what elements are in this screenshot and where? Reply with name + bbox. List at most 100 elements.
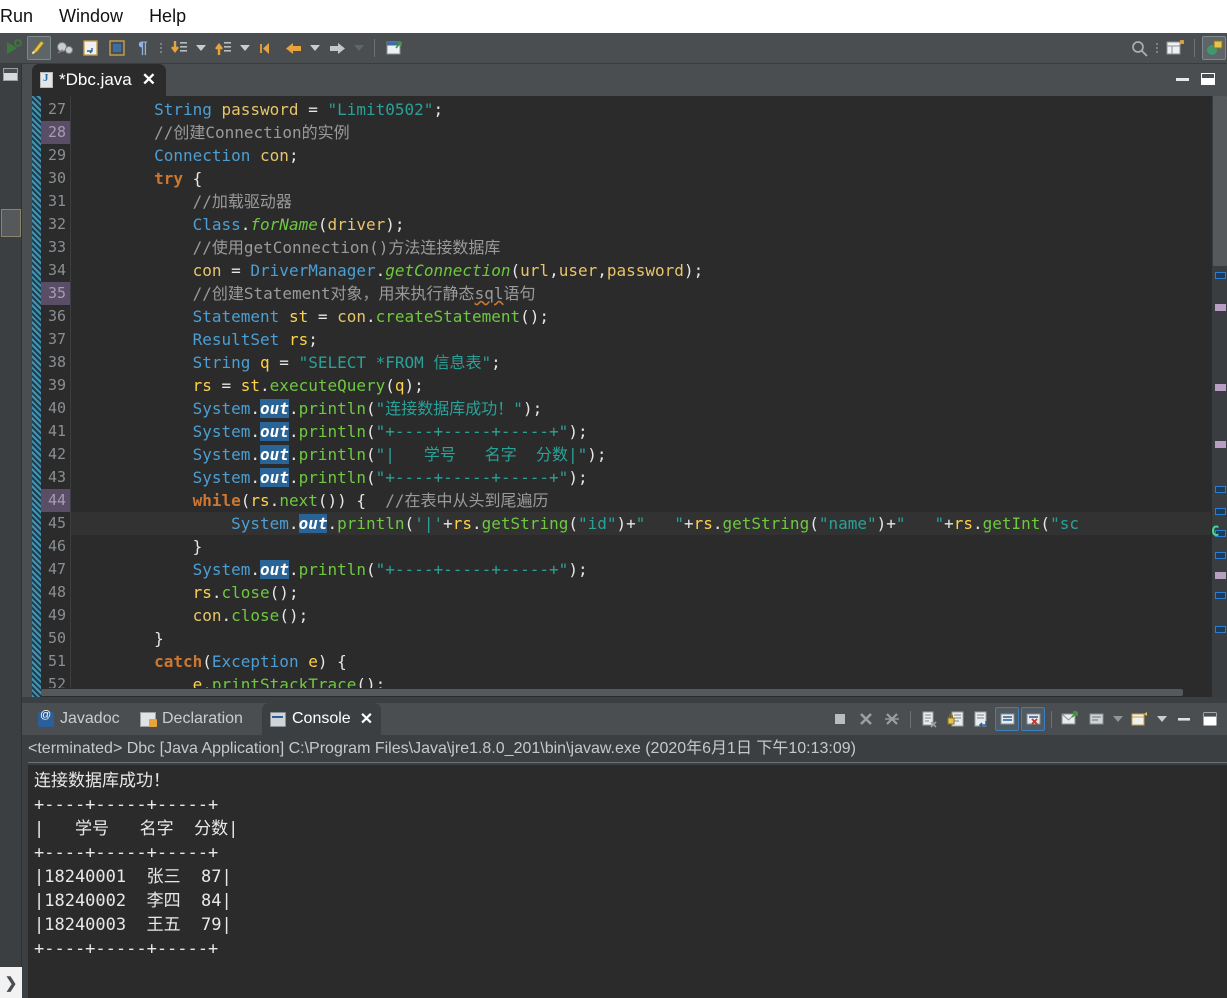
open-type-icon[interactable]: [105, 36, 129, 60]
code-line[interactable]: //创建Connection的实例: [71, 121, 1227, 144]
code-line[interactable]: Class.forName(driver);: [71, 213, 1227, 236]
console-tab-console[interactable]: Console ✕: [262, 703, 382, 735]
show-console-on-error-icon[interactable]: [1021, 707, 1045, 731]
code-line[interactable]: String q = "SELECT *FROM 信息表";: [71, 351, 1227, 374]
maximize-icon[interactable]: [1197, 68, 1219, 90]
new-window-icon[interactable]: [382, 36, 406, 60]
code-line[interactable]: String password = "Limit0502";: [71, 98, 1227, 121]
close-icon[interactable]: ✕: [142, 70, 156, 90]
ruler-marker[interactable]: [1215, 592, 1226, 599]
console-vertical-scrollbar[interactable]: [1221, 765, 1227, 998]
minimize-icon[interactable]: [1171, 68, 1193, 90]
code-line[interactable]: System.out.println("+----+-----+-----+")…: [71, 558, 1227, 581]
show-console-on-output-icon[interactable]: [995, 707, 1019, 731]
open-perspective-icon[interactable]: [1163, 36, 1187, 60]
code-editor[interactable]: 27 28 29 30 31 32 33 34 35 36 37 38 39 40 41 42 43 44 45 46…: [32, 96, 1227, 697]
horizontal-scrollbar[interactable]: [41, 688, 1203, 697]
debug-icon[interactable]: [1, 36, 25, 60]
code-line[interactable]: System.out.println('|'+rs.getString("id"…: [71, 512, 1227, 535]
run-as-java-icon[interactable]: [27, 36, 51, 60]
menu-item-run[interactable]: Run: [0, 0, 46, 33]
ruler-marker[interactable]: [1215, 508, 1226, 515]
display-selected-console-icon[interactable]: [1084, 707, 1108, 731]
ruler-marker[interactable]: [1215, 626, 1226, 633]
code-line[interactable]: Statement st = con.createStatement();: [71, 305, 1227, 328]
annotation-gutter[interactable]: [32, 96, 41, 697]
console-tab-declaration[interactable]: Declaration: [132, 703, 251, 735]
code-line[interactable]: rs.close();: [71, 581, 1227, 604]
show-whitespace-icon[interactable]: ¶: [131, 36, 155, 60]
fast-view-bar[interactable]: ❯: [0, 967, 22, 998]
previous-annotation-icon[interactable]: [211, 36, 235, 60]
code-line[interactable]: }: [71, 627, 1227, 650]
menu-bar: Run Window Help: [0, 0, 1227, 33]
overview-ruler[interactable]: C: [1211, 96, 1227, 697]
open-console-icon[interactable]: [1128, 707, 1152, 731]
code-text-area[interactable]: String password = "Limit0502"; //创建Conne…: [71, 96, 1227, 697]
code-token: (: [1040, 514, 1051, 533]
new-java-class-icon[interactable]: [79, 36, 103, 60]
code-line[interactable]: //使用getConnection()方法连接数据库: [71, 236, 1227, 259]
remove-launch-icon[interactable]: [854, 707, 878, 731]
ruler-marker[interactable]: [1215, 384, 1226, 391]
ruler-marker[interactable]: [1215, 572, 1226, 579]
ruler-marker[interactable]: [1215, 441, 1226, 448]
close-icon[interactable]: ✕: [360, 709, 373, 729]
open-console-dropdown-icon[interactable]: [1157, 716, 1167, 722]
chevron-right-icon: ❯: [4, 974, 18, 992]
code-line[interactable]: while(rs.next()) { //在表中从头到尾遍历: [71, 489, 1227, 512]
forward-icon[interactable]: [325, 36, 349, 60]
display-console-dropdown-icon[interactable]: [1113, 716, 1123, 722]
code-line[interactable]: Connection con;: [71, 144, 1227, 167]
vertical-scrollbar-thumb[interactable]: [1213, 96, 1227, 266]
menu-item-window[interactable]: Window: [46, 0, 136, 33]
back-dropdown-icon[interactable]: [310, 45, 320, 51]
clear-console-icon[interactable]: [917, 707, 941, 731]
toolbar-overflow-handle[interactable]: [158, 39, 164, 57]
terminate-icon[interactable]: [828, 707, 852, 731]
remove-all-terminated-icon[interactable]: [880, 707, 904, 731]
console-output[interactable]: 连接数据库成功！ +----+-----+-----+ | 学号 名字 分数| +--…: [28, 765, 1227, 998]
maximize-icon[interactable]: [1198, 707, 1222, 731]
code-token: url: [520, 261, 550, 280]
ruler-marker[interactable]: [1215, 272, 1226, 279]
code-line[interactable]: con = DriverManager.getConnection(url,us…: [71, 259, 1227, 282]
ruler-marker[interactable]: [1215, 552, 1226, 559]
perspective-overflow-handle[interactable]: [1154, 39, 1160, 57]
pin-console-icon[interactable]: [1058, 707, 1082, 731]
run-external-tools-icon[interactable]: [53, 36, 77, 60]
code-line[interactable]: con.close();: [71, 604, 1227, 627]
code-line[interactable]: rs = st.executeQuery(q);: [71, 374, 1227, 397]
ruler-marker[interactable]: [1215, 304, 1226, 311]
code-line[interactable]: try {: [71, 167, 1227, 190]
scroll-lock-icon[interactable]: [943, 707, 967, 731]
next-annotation-dropdown-icon[interactable]: [196, 45, 206, 51]
editor-tab-dbc-java[interactable]: *Dbc.java ✕: [32, 64, 167, 96]
last-edit-location-icon[interactable]: [255, 36, 279, 60]
code-line[interactable]: System.out.println("+----+-----+-----+")…: [71, 420, 1227, 443]
back-icon[interactable]: [281, 36, 305, 60]
restore-view-icon[interactable]: [3, 68, 18, 81]
console-tab-javadoc[interactable]: Javadoc: [30, 703, 128, 735]
code-line[interactable]: System.out.println("+----+-----+-----+")…: [71, 466, 1227, 489]
code-token: System: [231, 514, 289, 533]
java-perspective-icon[interactable]: [1202, 36, 1226, 60]
next-annotation-icon[interactable]: [167, 36, 191, 60]
code-line[interactable]: System.out.println("| 学号 名字 分数|");: [71, 443, 1227, 466]
menu-item-help[interactable]: Help: [136, 0, 199, 33]
word-wrap-icon[interactable]: [969, 707, 993, 731]
code-token: con: [260, 146, 289, 165]
code-line[interactable]: ResultSet rs;: [71, 328, 1227, 351]
code-line[interactable]: }: [71, 535, 1227, 558]
ruler-marker[interactable]: [1215, 486, 1226, 493]
perspective-separator: [1194, 39, 1195, 57]
code-line[interactable]: //加载驱动器: [71, 190, 1227, 213]
code-line[interactable]: catch(Exception e) {: [71, 650, 1227, 673]
code-line[interactable]: System.out.println("连接数据库成功！");: [71, 397, 1227, 420]
minimized-view-button[interactable]: [1, 209, 21, 237]
search-icon[interactable]: [1127, 36, 1151, 60]
minimize-icon[interactable]: [1172, 707, 1196, 731]
previous-annotation-dropdown-icon[interactable]: [240, 45, 250, 51]
code-line[interactable]: //创建Statement对象，用来执行静态sql语句: [71, 282, 1227, 305]
